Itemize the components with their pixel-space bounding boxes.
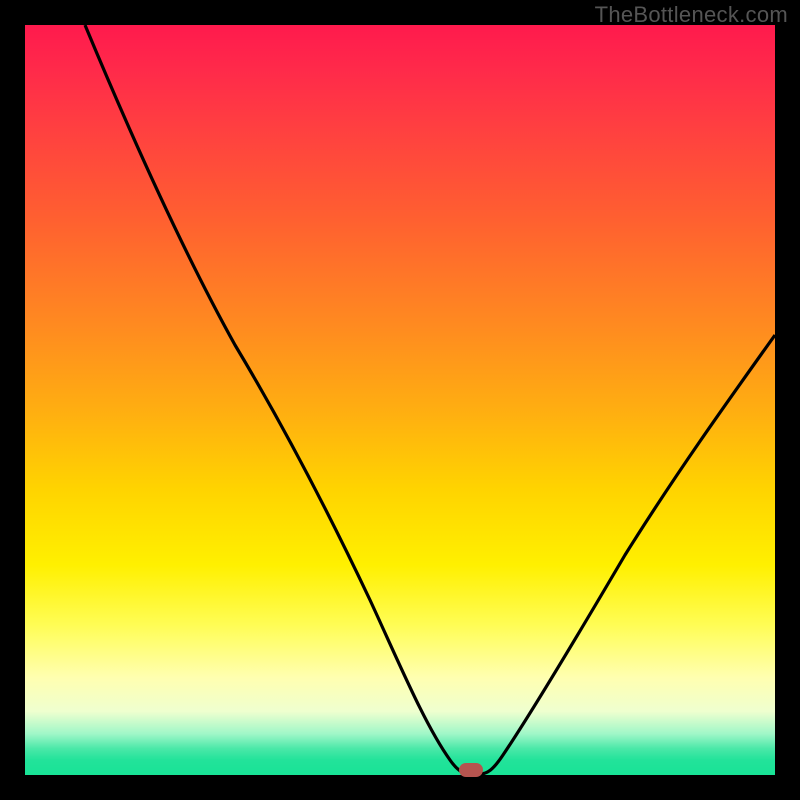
optimal-marker [459,763,483,777]
watermark-text: TheBottleneck.com [595,2,788,28]
bottleneck-curve-path [85,25,775,774]
chart-frame: TheBottleneck.com [0,0,800,800]
curve-layer [25,25,775,775]
